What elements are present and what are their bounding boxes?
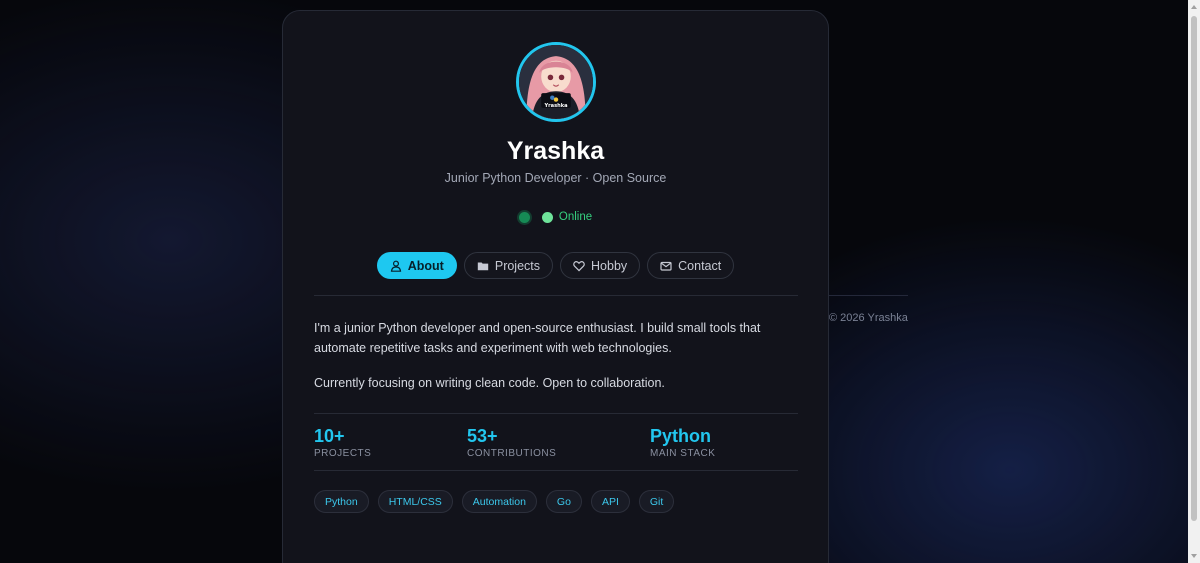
- scroll-up-arrow-icon[interactable]: [1191, 5, 1197, 9]
- tab-label: Contact: [678, 258, 722, 273]
- tag-go[interactable]: Go: [545, 490, 582, 513]
- tab-projects[interactable]: Projects: [463, 252, 554, 279]
- status-dot: [541, 211, 553, 223]
- scroll-thumb[interactable]: [1191, 16, 1197, 521]
- stat-projects: 10+ PROJECTS: [314, 426, 371, 459]
- tab-label: Projects: [494, 258, 541, 273]
- stat-main-stack: Python MAIN STACK: [650, 426, 715, 459]
- heart-icon: [573, 260, 585, 271]
- tag-html-css[interactable]: HTML/CSS: [377, 490, 453, 513]
- stat-label: CONTRIBUTIONS: [467, 448, 557, 459]
- footer-divider: [828, 295, 908, 296]
- svg-text:Yrashka: Yrashka: [543, 103, 568, 109]
- about-paragraph: Currently focusing on writing clean code…: [314, 376, 665, 390]
- tag-automation[interactable]: Automation: [461, 490, 537, 513]
- skill-tags: Python HTML/CSS Automation Go API Git: [314, 490, 675, 513]
- status-indicator: Online: [283, 211, 828, 223]
- profile-card: Yrashka Yrashka Junior Python Developer …: [282, 10, 829, 563]
- tab-hobby[interactable]: Hobby: [560, 252, 641, 279]
- stat-value: 10+: [314, 426, 345, 446]
- about-paragraph: I'm a junior Python developer and open-s…: [314, 321, 761, 355]
- stat-value: Python: [650, 426, 711, 446]
- folder-icon: [477, 262, 489, 270]
- tab-contact[interactable]: Contact: [647, 252, 735, 279]
- tab-label: Hobby: [591, 258, 628, 273]
- tab-label: About: [407, 258, 444, 273]
- tag-python[interactable]: Python: [314, 490, 369, 513]
- stat-contributions: 53+ CONTRIBUTIONS: [467, 426, 556, 459]
- stat-value: 53+: [467, 426, 498, 446]
- tabs-divider: [314, 295, 798, 296]
- stat-label: MAIN STACK: [650, 448, 716, 459]
- tag-api[interactable]: API: [590, 490, 630, 513]
- mail-icon: [660, 261, 672, 271]
- stats-top-divider: [314, 413, 798, 414]
- tag-git[interactable]: Git: [638, 490, 675, 513]
- status-label: Online: [558, 211, 593, 223]
- status-pulse-dot: [518, 211, 530, 223]
- tab-about[interactable]: About: [376, 252, 457, 279]
- avatar-image: Yrashka: [519, 45, 593, 119]
- page-scrollbar[interactable]: [1188, 0, 1200, 563]
- stats-bottom-divider: [314, 470, 798, 471]
- about-section: I'm a junior Python developer and open-s…: [314, 318, 798, 393]
- avatar: Yrashka: [516, 42, 596, 122]
- profile-subtitle: Junior Python Developer · Open Source: [444, 171, 667, 185]
- stat-label: PROJECTS: [314, 448, 372, 459]
- profile-name: Yrashka: [506, 137, 605, 165]
- scroll-down-arrow-icon[interactable]: [1191, 554, 1197, 558]
- tab-bar: About Projects Hobby Contact: [283, 252, 828, 279]
- user-icon: [390, 260, 401, 272]
- footer-copyright: © 2026 Yrashka: [829, 312, 908, 324]
